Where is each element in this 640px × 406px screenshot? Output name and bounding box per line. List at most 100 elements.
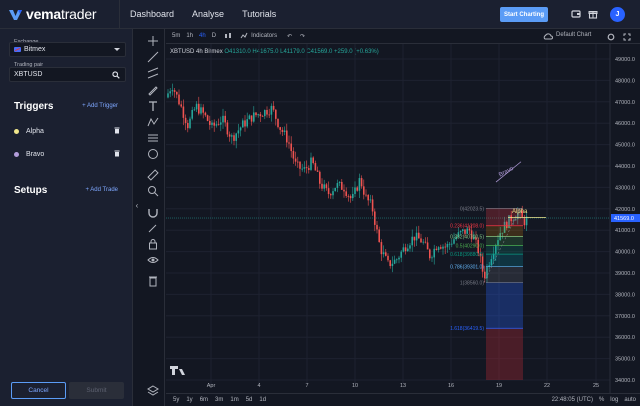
indicators-button[interactable]: Indicators	[251, 33, 277, 39]
indicators-icon[interactable]	[240, 32, 248, 40]
add-trigger-button[interactable]: + Add Trigger	[82, 103, 118, 109]
range-5d[interactable]: 5d	[246, 397, 253, 403]
candle-body	[389, 260, 391, 267]
exchange-select[interactable]: Bitmex	[9, 42, 126, 57]
trading-pair-input[interactable]: XBTUSD	[9, 67, 126, 82]
start-charting-button[interactable]: Start Charting	[500, 7, 548, 22]
gear-icon[interactable]	[607, 33, 615, 41]
range-1d[interactable]: 1d	[259, 397, 266, 403]
candle-body	[367, 194, 369, 201]
nav-tutorials[interactable]: Tutorials	[242, 9, 276, 19]
pattern-icon[interactable]	[147, 116, 159, 128]
zoom-in-icon[interactable]	[147, 185, 159, 197]
candle-body	[363, 186, 365, 195]
candle-body	[378, 229, 380, 243]
crosshair-icon[interactable]	[147, 35, 159, 47]
gift-icon[interactable]	[588, 9, 598, 19]
parallel-lines-icon[interactable]	[147, 67, 159, 79]
layers-icon[interactable]	[147, 385, 159, 397]
x-tick-label: 7	[305, 383, 308, 389]
ruler-icon[interactable]	[147, 169, 159, 181]
candle-body	[237, 130, 240, 134]
x-tick-label: 13	[400, 383, 406, 389]
cancel-button[interactable]: Cancel	[11, 382, 66, 399]
fib-icon[interactable]	[147, 132, 159, 144]
tf-4h[interactable]: 4h	[199, 33, 206, 39]
tf-5m[interactable]: 5m	[172, 33, 180, 39]
add-trade-button[interactable]: + Add Trade	[85, 187, 118, 193]
candle-body	[167, 93, 169, 98]
trendline-icon[interactable]	[147, 51, 159, 63]
candle-body	[437, 247, 440, 251]
candle-body	[426, 242, 429, 250]
cloud-icon[interactable]	[543, 33, 553, 40]
candle-body	[255, 112, 257, 116]
candle-body	[202, 107, 204, 113]
candle-body	[369, 199, 372, 201]
candle-body	[352, 193, 354, 199]
y-tick-label: 44000.0	[615, 164, 635, 170]
trigger-color-dot	[14, 128, 19, 134]
search-icon[interactable]	[112, 71, 120, 79]
top-nav: vematrader Dashboard Analyse Tutorials S…	[0, 0, 640, 29]
candle-body	[343, 189, 345, 192]
layout-name[interactable]: Default Chart	[556, 32, 591, 38]
candle-body	[187, 122, 189, 129]
trash-icon[interactable]	[114, 150, 120, 157]
candle-body	[193, 109, 196, 111]
trigger-bravo[interactable]: Bravo	[14, 149, 120, 159]
candle-body	[178, 94, 180, 105]
price-chart[interactable]: 49000.048000.047000.046000.045000.044000…	[166, 44, 640, 393]
range-1m[interactable]: 1m	[230, 397, 238, 403]
pencil-lock-icon[interactable]	[147, 222, 159, 234]
logo[interactable]: vematrader	[0, 0, 120, 29]
range-1y[interactable]: 1y	[186, 397, 192, 403]
y-tick-label: 34000.0	[615, 378, 635, 384]
nav-dashboard[interactable]: Dashboard	[130, 9, 174, 19]
tf-1h[interactable]: 1h	[186, 33, 193, 39]
candle-body	[409, 245, 411, 249]
candle-body	[429, 249, 431, 259]
undo-icon[interactable]: ↶	[287, 33, 292, 40]
candle-body	[446, 243, 449, 248]
lock-icon[interactable]	[147, 238, 159, 250]
candle-body	[198, 103, 200, 114]
candle-body	[259, 114, 262, 117]
collapse-panel-icon[interactable]: ‹	[133, 195, 141, 215]
candle-body	[349, 196, 352, 199]
candle-body	[176, 91, 178, 95]
candles-icon[interactable]	[224, 32, 232, 40]
candle-body	[299, 161, 301, 169]
fullscreen-icon[interactable]	[623, 33, 631, 41]
candle-body	[327, 188, 330, 195]
eye-icon[interactable]	[147, 254, 159, 266]
range-5y[interactable]: 5y	[173, 397, 179, 403]
tv-logo-icon	[170, 366, 185, 375]
text-icon[interactable]	[147, 100, 159, 112]
smiley-icon[interactable]	[147, 148, 159, 160]
candle-body	[303, 167, 306, 169]
trash-tool-icon[interactable]	[147, 275, 159, 287]
submit-button[interactable]: Submit	[69, 382, 124, 399]
candle-body	[301, 168, 303, 170]
log-toggle[interactable]: log	[610, 397, 618, 403]
trigger-alpha[interactable]: Alpha	[14, 126, 120, 136]
tf-d[interactable]: D	[212, 33, 216, 39]
candle-body	[228, 134, 231, 137]
range-6m[interactable]: 6m	[200, 397, 208, 403]
y-tick-label: 41000.0	[615, 228, 635, 234]
auto-toggle[interactable]: auto	[624, 397, 636, 403]
range-3m[interactable]: 3m	[215, 397, 223, 403]
magnet-icon[interactable]	[147, 206, 159, 218]
percent-toggle[interactable]: %	[599, 397, 604, 403]
redo-icon[interactable]: ↷	[300, 33, 305, 40]
nav-analyse[interactable]: Analyse	[192, 9, 224, 19]
utc-time[interactable]: 22:48:05 (UTC)	[552, 397, 593, 403]
candle-body	[206, 115, 209, 121]
trash-icon[interactable]	[114, 127, 120, 134]
avatar[interactable]: J	[610, 7, 625, 22]
wallet-icon[interactable]	[571, 9, 581, 19]
brush-icon[interactable]	[147, 84, 159, 96]
candle-body	[261, 116, 264, 117]
candle-body	[257, 114, 259, 116]
